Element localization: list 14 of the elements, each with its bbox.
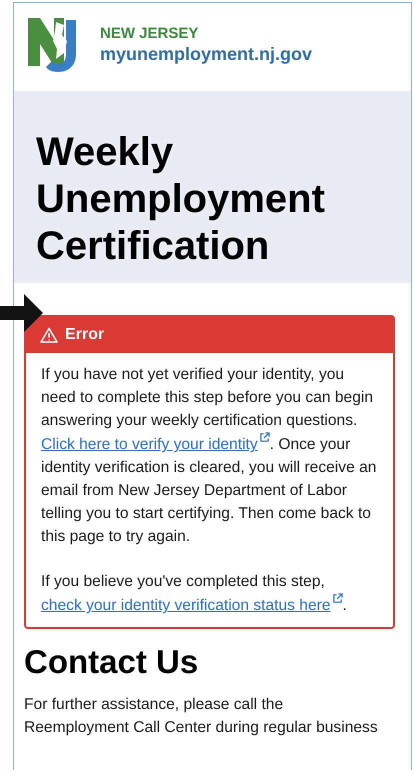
alert-message: If you have not yet verified your identity, you need to complete this step before you can begin answering your weekly certification questions. Click here to verify your identity . Once your identity verification is cleared, you will receive an email from New Jersey Department of Labor telling you to start certifying. Then come back to this page to try again. xyxy=(41,365,378,548)
alert-message: If you believe you've completed this step, check your identity verification status here . xyxy=(41,572,348,616)
contact-text: For further assistance, please call the Reemployment Call Center during regular business xyxy=(24,695,379,738)
arrow-icon xyxy=(0,293,44,333)
warning-icon xyxy=(40,327,58,343)
site-name: myunemployment.nj.gov xyxy=(100,44,312,65)
page-title: Weekly Unemployment Certification xyxy=(36,129,326,270)
external-link-icon xyxy=(332,593,342,604)
text-link[interactable]: check your identity verification status here xyxy=(41,597,342,614)
alert-title: Error xyxy=(65,326,104,344)
section-heading: Contact Us xyxy=(24,643,200,682)
text-link[interactable]: Click here to verify your identity xyxy=(41,436,270,454)
external-link-icon xyxy=(258,432,270,443)
state-name: NEW JERSEY xyxy=(100,25,200,42)
